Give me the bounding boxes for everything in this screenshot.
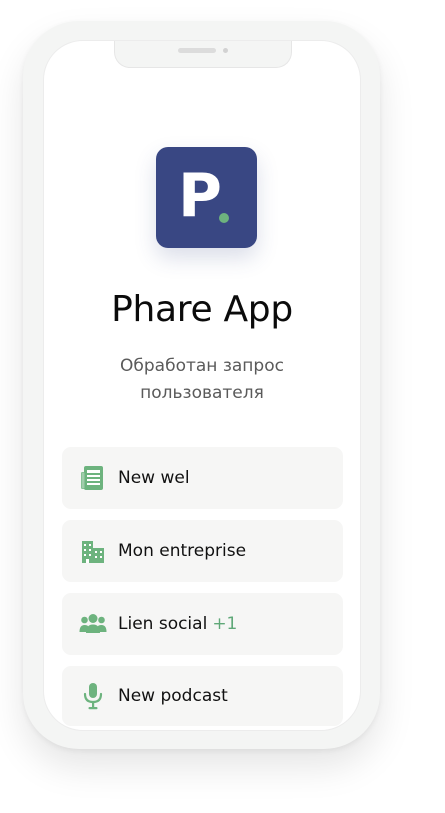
- notification-badge: +1: [212, 614, 238, 634]
- subtitle-line: пользователя: [140, 383, 264, 403]
- users-icon: [78, 609, 108, 639]
- menu-item-label: New podcast: [118, 686, 228, 706]
- subtitle-line: Обработан запрос: [120, 356, 284, 376]
- menu-item-label: Mon entreprise: [118, 541, 247, 561]
- microphone-icon: [78, 681, 108, 711]
- menu-item-mon-entreprise[interactable]: Mon entreprise: [62, 520, 343, 582]
- front-camera: [223, 48, 228, 53]
- building-icon: [78, 536, 108, 566]
- menu-list: New wel Mon entreprise Lien social +1 Ne…: [62, 447, 343, 730]
- phone-notch: [114, 41, 292, 68]
- phone-frame: P Phare App Обработан запрос пользовател…: [23, 21, 380, 749]
- menu-item-label: Lien social: [118, 614, 208, 634]
- menu-item-lien-social[interactable]: Lien social +1: [62, 593, 343, 655]
- menu-item-new-podcast[interactable]: New podcast: [62, 666, 343, 726]
- app-title: Phare App: [111, 289, 293, 330]
- phone-screen: P Phare App Обработан запрос пользовател…: [43, 40, 361, 731]
- logo-letter: P: [178, 161, 222, 231]
- menu-item-label: New wel: [118, 468, 190, 488]
- app-logo: P: [156, 147, 257, 248]
- logo-dot: [219, 213, 229, 223]
- newspaper-icon: [78, 463, 108, 493]
- speaker-grille: [178, 48, 216, 53]
- menu-item-new-wel[interactable]: New wel: [62, 447, 343, 509]
- app-subtitle: Обработан запрос пользователя: [44, 353, 360, 407]
